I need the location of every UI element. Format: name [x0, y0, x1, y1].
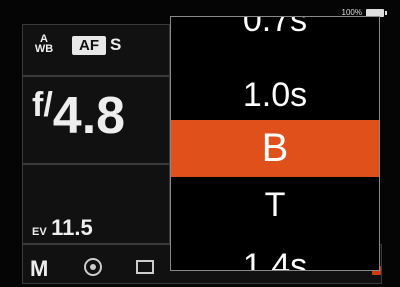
af-badge[interactable]: AF — [72, 36, 106, 55]
picker-option[interactable]: 0.7s — [171, 17, 379, 45]
aperture-prefix: f/ — [32, 86, 53, 124]
metering-icon[interactable] — [84, 258, 102, 276]
picker-option[interactable]: 1.0s — [171, 73, 379, 117]
camera-screen: 100% A WB AF S f/4.8 EV 11.5 M 0.7s 1.0s… — [0, 0, 400, 287]
picker-option[interactable]: 1.4s — [171, 241, 379, 270]
ev-value: 11.5 — [51, 215, 93, 240]
aperture-setting[interactable]: f/4.8 — [32, 86, 125, 146]
wb-label: WB — [34, 43, 54, 55]
shutter-speed-picker[interactable]: 0.7s 1.0s B T 1.4s — [170, 16, 380, 271]
picker-option-selected[interactable]: B — [171, 120, 379, 177]
exposure-mode[interactable]: M — [30, 256, 48, 282]
picker-option[interactable]: T — [171, 183, 379, 227]
ev-setting: EV 11.5 — [32, 215, 93, 241]
aperture-value: 4.8 — [52, 87, 126, 145]
af-mode-value: S — [110, 35, 122, 54]
frame-icon[interactable] — [136, 260, 154, 274]
white-balance-setting[interactable]: A WB — [34, 34, 54, 55]
ev-label: EV — [32, 226, 47, 238]
